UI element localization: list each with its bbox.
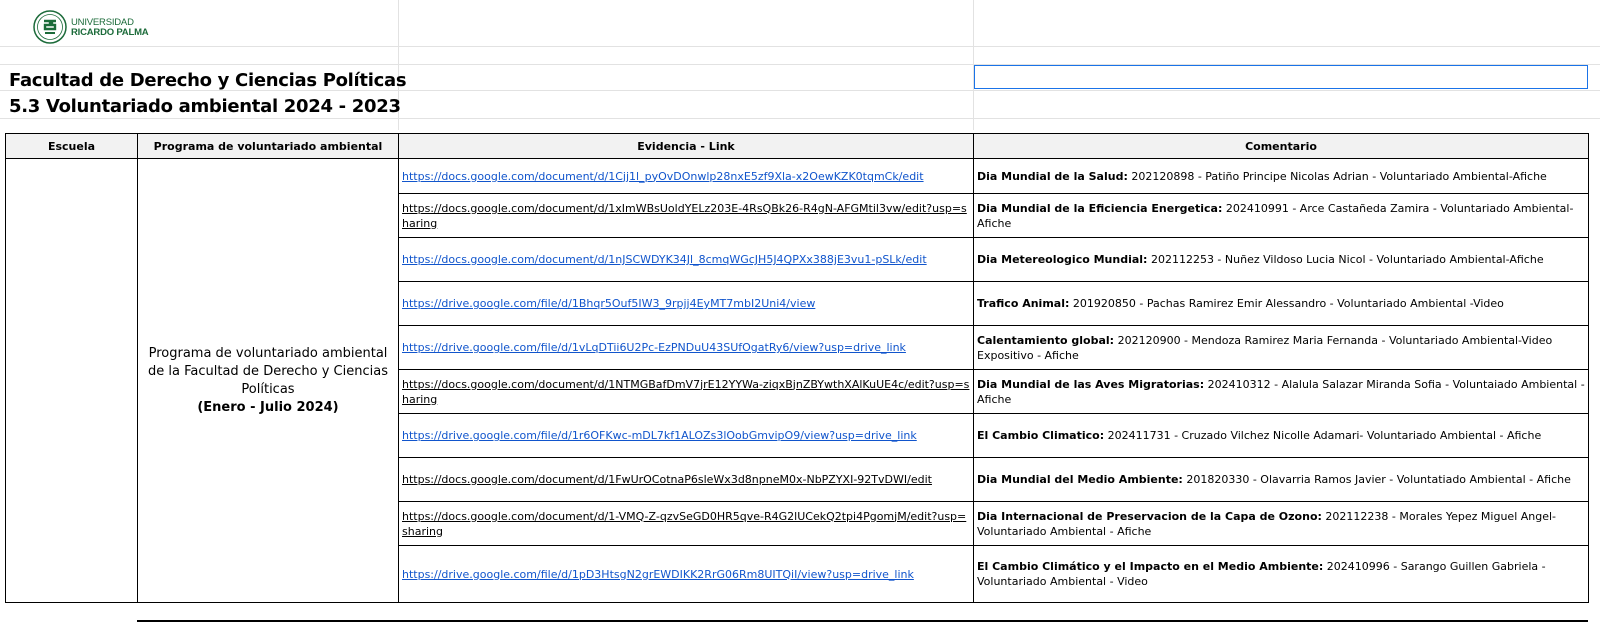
comment-cell[interactable]: El Cambio Climático y el Impacto en el M… xyxy=(973,545,1589,603)
comment-cell[interactable]: Dia Metereologico Mundial: 202112253 - N… xyxy=(973,237,1589,282)
evidence-link[interactable]: https://drive.google.com/file/d/1pD3Htsg… xyxy=(398,545,974,603)
comment-cell[interactable]: Dia Mundial de las Aves Migratorias: 202… xyxy=(973,369,1589,414)
comment-title: Dia Mundial de las Aves Migratorias: xyxy=(977,377,1205,391)
header-row: Escuela Programa de voluntariado ambient… xyxy=(5,133,1589,159)
evidence-link[interactable]: https://docs.google.com/document/d/1xImW… xyxy=(398,193,974,238)
evidence-link[interactable]: https://docs.google.com/document/d/1-VMQ… xyxy=(398,501,974,546)
section-divider xyxy=(137,620,1588,622)
comment-cell[interactable]: Dia Mundial de la Eficiencia Energetica:… xyxy=(973,193,1589,238)
evidence-link[interactable]: https://drive.google.com/file/d/1r6OFKwc… xyxy=(398,413,974,458)
evidence-link[interactable]: https://drive.google.com/file/d/1vLqDTii… xyxy=(398,325,974,370)
comment-title: Dia Mundial de la Eficiencia Energetica: xyxy=(977,201,1223,215)
comment-title: Dia Internacional de Preservacion de la … xyxy=(977,509,1322,523)
evidence-link[interactable]: https://docs.google.com/document/d/1nJSC… xyxy=(398,237,974,282)
table-row: Programa de voluntariado ambiental de la… xyxy=(5,158,1589,603)
comment-detail: 201820330 - Olavarria Ramos Javier - Vol… xyxy=(1182,473,1571,486)
university-logo: UNIVERSIDAD RICARDO PALMA xyxy=(33,6,153,48)
evidence-link[interactable]: https://docs.google.com/document/d/1Cjj1… xyxy=(398,158,974,194)
sheet-gridline xyxy=(0,118,1600,119)
program-name: Programa de voluntariado ambiental de la… xyxy=(148,345,388,397)
header-programa[interactable]: Programa de voluntariado ambiental xyxy=(137,133,399,159)
section-title: 5.3 Voluntariado ambiental 2024 - 2023 xyxy=(9,96,401,117)
comment-cell[interactable]: Dia Internacional de Preservacion de la … xyxy=(973,501,1589,546)
comment-cell[interactable]: Dia Mundial del Medio Ambiente: 20182033… xyxy=(973,457,1589,502)
comment-title: El Cambio Climático y el Impacto en el M… xyxy=(977,560,1324,573)
comment-title: Dia Metereologico Mundial: xyxy=(977,253,1148,266)
header-escuela[interactable]: Escuela xyxy=(5,133,138,159)
comment-detail: 202411731 - Cruzado Vilchez Nicolle Adam… xyxy=(1104,429,1542,442)
comment-title: Trafico Animal: xyxy=(977,297,1070,310)
comment-title: Calentamiento global: xyxy=(977,333,1115,347)
university-seal-icon xyxy=(33,10,67,44)
header-comentario[interactable]: Comentario xyxy=(973,133,1589,159)
header-evidencia[interactable]: Evidencia - Link xyxy=(398,133,974,159)
comment-detail: 202112253 - Nuñez Vildoso Lucia Nicol - … xyxy=(1147,253,1544,266)
sheet-gridline xyxy=(0,46,1600,47)
logo-line2: RICARDO PALMA xyxy=(71,27,149,38)
university-name: UNIVERSIDAD RICARDO PALMA xyxy=(71,18,149,38)
comment-detail: 202120898 - Patiño Principe Nicolas Adri… xyxy=(1127,169,1547,183)
volunteering-table: Escuela Programa de voluntariado ambient… xyxy=(5,133,1589,603)
faculty-title: Facultad de Derecho y Ciencias Políticas xyxy=(9,70,407,91)
comment-cell[interactable]: El Cambio Climatico: 202411731 - Cruzado… xyxy=(973,413,1589,458)
evidence-link[interactable]: https://docs.google.com/document/d/1FwUr… xyxy=(398,457,974,502)
program-cell[interactable]: Programa de voluntariado ambiental de la… xyxy=(137,158,399,603)
evidence-link[interactable]: https://docs.google.com/document/d/1NTMG… xyxy=(398,369,974,414)
escuela-cell[interactable] xyxy=(5,158,138,603)
comment-title: Dia Mundial de la Salud: xyxy=(977,169,1128,183)
evidence-link[interactable]: https://drive.google.com/file/d/1Bhqr5Ou… xyxy=(398,281,974,326)
program-period: (Enero - Julio 2024) xyxy=(197,399,339,415)
comment-cell[interactable]: Dia Mundial de la Salud: 202120898 - Pat… xyxy=(973,158,1589,194)
comment-detail: 201920850 - Pachas Ramirez Emir Alessand… xyxy=(1069,297,1504,310)
comment-title: El Cambio Climatico: xyxy=(977,429,1105,442)
selected-cell[interactable] xyxy=(974,65,1588,89)
comment-cell[interactable]: Trafico Animal: 201920850 - Pachas Ramir… xyxy=(973,281,1589,326)
comment-title: Dia Mundial del Medio Ambiente: xyxy=(977,473,1183,486)
comment-cell[interactable]: Calentamiento global: 202120900 - Mendoz… xyxy=(973,325,1589,370)
